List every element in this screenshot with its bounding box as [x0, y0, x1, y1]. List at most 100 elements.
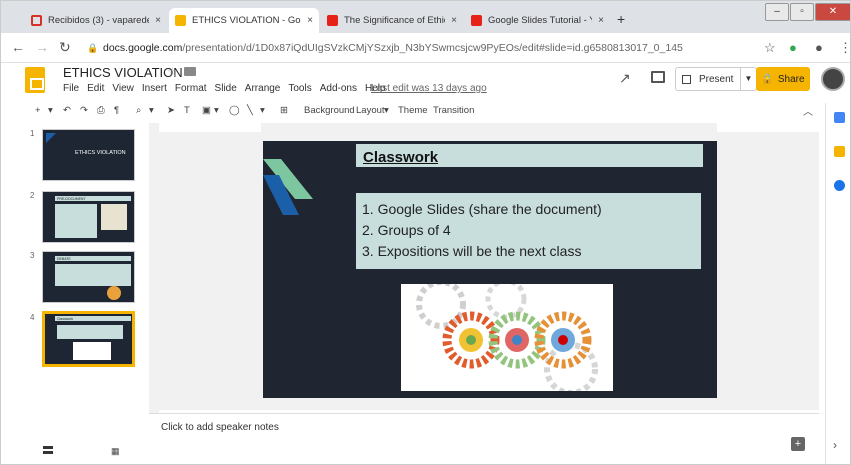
gmail-icon: [31, 15, 42, 26]
ribbon-decoration: [263, 159, 313, 215]
slide-number: 2: [30, 191, 35, 200]
minimize-button[interactable]: –: [765, 3, 789, 21]
line-icon[interactable]: ╲: [247, 105, 253, 116]
chevron-down-icon[interactable]: ▼: [740, 68, 756, 90]
tasks-icon[interactable]: [834, 180, 845, 191]
slide-title-box[interactable]: Classwork: [356, 144, 703, 167]
reload-icon[interactable]: ↻: [59, 39, 71, 56]
side-panel: [825, 103, 850, 464]
select-cursor-icon[interactable]: ➤: [167, 105, 175, 116]
chevron-down-icon[interactable]: ▾: [260, 105, 265, 116]
chevron-down-icon[interactable]: ▾: [214, 105, 219, 116]
tab-strip: Recibidos (3) - vaparedes@santa × ETHICS…: [1, 1, 850, 33]
gears-image[interactable]: [401, 278, 613, 396]
lock-icon: 🔒: [761, 73, 774, 85]
new-slide-icon[interactable]: +: [35, 105, 41, 116]
filmstrip-view-icon[interactable]: [43, 446, 53, 454]
horizontal-ruler: [261, 123, 717, 132]
close-tab-icon[interactable]: ×: [445, 15, 457, 26]
last-edit-link[interactable]: Last edit was 13 days ago: [371, 83, 487, 94]
comment-icon[interactable]: [651, 71, 665, 83]
speaker-notes-area[interactable]: Click to add speaker notes: [149, 413, 819, 464]
menu-item[interactable]: View: [112, 83, 134, 94]
thumbnail-image: [101, 204, 127, 230]
back-icon[interactable]: ←: [11, 39, 25, 55]
profile-icon[interactable]: ●: [815, 40, 823, 55]
address-bar-row: ← → ↻ 🔒 docs.google.com/presentation/d/1…: [1, 33, 850, 63]
menu-item[interactable]: Edit: [87, 83, 104, 94]
thumbnail-text-box: [55, 264, 131, 286]
transition-button[interactable]: Transition: [433, 105, 474, 116]
bookmark-star-icon[interactable]: ☆: [764, 40, 776, 56]
document-title[interactable]: ETHICS VIOLATION: [63, 65, 183, 80]
theme-button[interactable]: Theme: [398, 105, 428, 116]
maximize-button[interactable]: ▫: [790, 3, 814, 21]
paint-format-icon[interactable]: ¶: [114, 105, 119, 116]
menu-item[interactable]: Arrange: [245, 83, 281, 94]
avatar[interactable]: [821, 67, 845, 91]
browser-tab-youtube-2[interactable]: Google Slides Tutorial - YouTube ×: [465, 8, 610, 33]
chevron-down-icon: ▾: [384, 105, 389, 116]
close-tab-icon[interactable]: ×: [592, 15, 604, 26]
vertical-ruler: [149, 123, 159, 413]
chevron-down-icon[interactable]: ▾: [48, 105, 53, 116]
menu-item[interactable]: Format: [175, 83, 207, 94]
background-button[interactable]: Background: [304, 105, 355, 116]
slide-thumbnail-2[interactable]: PRE-DOCUMENT: [42, 191, 135, 243]
folder-icon[interactable]: [184, 67, 196, 76]
thumbnail-image: [107, 286, 121, 300]
new-tab-button[interactable]: +: [617, 11, 625, 27]
chevron-right-icon[interactable]: ›: [833, 438, 837, 452]
grid-view-icon[interactable]: ▦: [111, 446, 120, 457]
chevron-down-icon[interactable]: ▾: [149, 105, 154, 116]
menu-item[interactable]: Tools: [288, 83, 311, 94]
zoom-icon[interactable]: ⌕: [136, 105, 141, 116]
share-button[interactable]: 🔒 Share: [756, 67, 810, 91]
menu-item[interactable]: Insert: [142, 83, 167, 94]
keep-icon[interactable]: [834, 146, 845, 157]
present-button[interactable]: Present ▼: [675, 67, 757, 91]
thumbnail-text-box: [57, 325, 123, 339]
more-menu-icon[interactable]: ⋮: [839, 40, 850, 56]
window-close-button[interactable]: ✕: [815, 3, 850, 21]
thumbnail-image: [73, 342, 111, 360]
slide-thumbnail-4[interactable]: Classwork: [42, 311, 135, 367]
menu-item[interactable]: Slide: [215, 83, 237, 94]
list-item: 1. Google Slides (share the document): [362, 201, 602, 217]
forward-icon[interactable]: →: [35, 39, 49, 55]
browser-window: Recibidos (3) - vaparedes@santa × ETHICS…: [0, 0, 851, 465]
redo-icon[interactable]: ↷: [80, 105, 88, 116]
undo-icon[interactable]: ↶: [63, 105, 71, 116]
close-tab-icon[interactable]: ×: [149, 15, 161, 26]
image-icon[interactable]: ▣: [202, 105, 211, 116]
activity-trend-icon[interactable]: ↗: [619, 70, 631, 87]
print-icon[interactable]: ⎙: [97, 105, 105, 116]
menu-item[interactable]: Add-ons: [320, 83, 357, 94]
browser-tab-youtube-1[interactable]: The Significance of Ethics and Et ×: [321, 8, 463, 33]
list-item: 3. Expositions will be the next class: [362, 243, 582, 259]
slide-thumbnail-3[interactable]: DEBATE: [42, 251, 135, 303]
browser-tab-gmail[interactable]: Recibidos (3) - vaparedes@santa ×: [25, 8, 167, 33]
extension-icon[interactable]: ●: [789, 40, 797, 55]
speaker-notes-placeholder: Click to add speaker notes: [161, 422, 279, 433]
menu-item[interactable]: File: [63, 83, 79, 94]
list-item: 2. Groups of 4: [362, 222, 451, 238]
slide-thumbnail-1[interactable]: ETHICS VIOLATION: [42, 129, 135, 181]
text-box-icon[interactable]: T: [184, 105, 190, 116]
url-field[interactable]: 🔒 docs.google.com/presentation/d/1D0x87i…: [87, 37, 757, 59]
close-tab-icon[interactable]: ×: [301, 15, 313, 26]
explore-button[interactable]: +: [791, 437, 805, 451]
calendar-icon[interactable]: [834, 112, 845, 123]
slide-canvas[interactable]: Classwork 1. Google Slides (share the do…: [263, 141, 717, 398]
ribbon-decoration: [46, 133, 56, 143]
layout-button[interactable]: Layout: [356, 105, 385, 116]
lock-icon: 🔒: [87, 43, 99, 53]
browser-tab-slides[interactable]: ETHICS VIOLATION - Google Slides ×: [169, 8, 319, 33]
chevron-up-icon[interactable]: ︿: [803, 103, 813, 118]
comment-add-icon[interactable]: ⊞: [280, 105, 288, 116]
slide-body-box[interactable]: 1. Google Slides (share the document) 2.…: [356, 193, 701, 269]
editor-toolbar: + ▾ ↶ ↷ ⎙ ¶ ⌕ ▾ ➤ T ▣ ▾ ◯ ╲ ▾ ⊞ Backgrou…: [1, 103, 850, 121]
star-icon[interactable]: ☆: [167, 65, 178, 79]
slides-logo-icon[interactable]: [25, 67, 45, 93]
shape-icon[interactable]: ◯: [229, 105, 240, 116]
